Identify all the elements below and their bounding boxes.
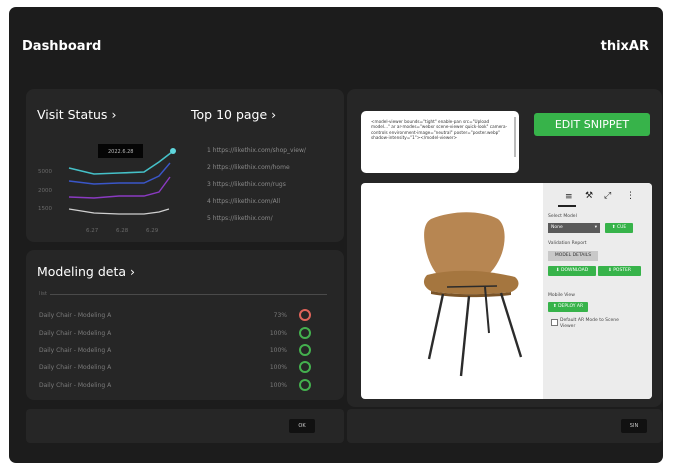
upload-icon: ⬆ [552, 304, 557, 309]
chart-tooltip-label: 2022.6.28 [108, 149, 133, 155]
layers-icon[interactable]: ≡ [565, 192, 573, 202]
modeling-heading[interactable]: Modeling deta › [37, 264, 135, 279]
chair-leg [459, 295, 471, 377]
model-details-button[interactable]: MODEL DETAILS [548, 251, 598, 261]
row-percent: 100% [269, 364, 287, 371]
footer-card-right: SIN [347, 409, 662, 443]
table-row[interactable]: Daily Chair - Modeling A 100% [39, 327, 313, 341]
model-viewer[interactable]: ≡ ⚒ ⤢ ⋮ Select Model None ▾ ⬆ CUE Valida… [361, 183, 652, 399]
complete-ring-icon [299, 327, 311, 339]
viewer-sidebar: ≡ ⚒ ⤢ ⋮ Select Model None ▾ ⬆ CUE Valida… [543, 183, 652, 399]
ok-button[interactable]: OK [289, 419, 315, 433]
row-name: Daily Chair - Modeling A [39, 330, 112, 337]
row-name: Daily Chair - Modeling A [39, 347, 112, 354]
complete-ring-icon [299, 344, 311, 356]
top-page-link[interactable]: 5 https://likethix.com/ [207, 215, 273, 222]
x-tick: 6.27 [86, 228, 99, 234]
series-line-purple [68, 176, 171, 199]
table-row[interactable]: Daily Chair - Modeling A 100% [39, 379, 313, 393]
active-tab-underline [558, 205, 576, 207]
brand-logo: thixAR [600, 39, 649, 54]
chair-leg [427, 293, 445, 360]
y-tick: 5000 [38, 169, 52, 175]
default-ar-checkbox[interactable] [551, 319, 558, 326]
top-page-link[interactable]: 2 https://likethix.com/home [207, 164, 290, 171]
visit-card: Visit Status › Top 10 page › 2022.6.28 5… [26, 89, 344, 242]
expand-icon[interactable]: ⤢ [604, 191, 611, 201]
modeling-card: Modeling deta › list Daily Chair - Model… [26, 250, 344, 400]
row-name: Daily Chair - Modeling A [39, 364, 112, 371]
download-button[interactable]: ⬇ DOWNLOAD [548, 266, 596, 276]
table-row[interactable]: Daily Chair - Modeling A 73% [39, 309, 313, 323]
model-select[interactable]: None ▾ [548, 223, 600, 233]
cue-label: CUE [616, 225, 627, 230]
default-ar-label: Default AR Mode to Scene Viewer [560, 318, 619, 329]
snippet-code: <model-viewer bounds="tight" enable-pan … [371, 119, 508, 141]
chair-seat [423, 270, 519, 295]
chevron-right-icon: › [271, 107, 277, 122]
edit-snippet-button[interactable]: EDIT SNIPPET [534, 113, 650, 136]
chevron-right-icon: › [130, 264, 136, 279]
x-tick: 6.28 [116, 228, 129, 234]
complete-ring-icon [299, 361, 311, 373]
top-page-link[interactable]: 1 https://likethix.com/shop_view/ [207, 147, 306, 154]
complete-ring-icon [299, 379, 311, 391]
series-line-white [68, 208, 170, 215]
table-row[interactable]: Daily Chair - Modeling A 100% [39, 344, 313, 358]
visit-status-heading[interactable]: Visit Status › [37, 107, 116, 122]
chair-backrest [424, 212, 505, 279]
chevron-down-icon: ▾ [594, 225, 597, 230]
select-value: None [551, 225, 563, 230]
top-pages-heading[interactable]: Top 10 page › [191, 107, 276, 122]
row-percent: 100% [269, 382, 287, 389]
visit-status-title: Visit Status [37, 107, 108, 122]
select-model-label: Select Model [548, 214, 577, 219]
download-label: DOWNLOAD [561, 268, 589, 273]
top-page-link[interactable]: 4 https://likethix.com/All [207, 198, 280, 205]
mobile-view-label: Mobile View [548, 293, 575, 298]
table-row[interactable]: Daily Chair - Modeling A 100% [39, 361, 313, 375]
validation-label: Validation Report [548, 241, 587, 246]
progress-ring-icon [299, 309, 311, 321]
list-header-label: list [39, 291, 48, 297]
wrench-icon[interactable]: ⚒ [585, 191, 593, 201]
chair-model[interactable] [361, 183, 543, 399]
app-frame: Dashboard thixAR Visit Status › Top 10 p… [9, 7, 663, 463]
page-title: Dashboard [22, 39, 102, 54]
more-icon[interactable]: ⋮ [626, 191, 635, 201]
visit-chart[interactable]: 2022.6.28 5000 2000 1500 6.27 6.28 6.29 [34, 137, 184, 237]
deploy-label: DEPLOY AR [558, 304, 584, 309]
x-tick: 6.29 [146, 228, 159, 234]
chair-leg [499, 292, 523, 358]
row-name: Daily Chair - Modeling A [39, 312, 112, 319]
y-tick: 2000 [38, 188, 52, 194]
row-name: Daily Chair - Modeling A [39, 382, 112, 389]
y-tick: 1500 [38, 206, 52, 212]
snippet-box[interactable]: <model-viewer bounds="tight" enable-pan … [361, 111, 519, 173]
download-icon: ⬇ [555, 268, 560, 273]
deploy-ar-button[interactable]: ⬆ DEPLOY AR [548, 302, 588, 312]
scrollbar[interactable] [514, 117, 516, 157]
row-percent: 100% [269, 330, 287, 337]
chart-highlight-point [170, 148, 176, 154]
top-page-link[interactable]: 3 https://likethix.com/rugs [207, 181, 286, 188]
sign-button[interactable]: SIN [621, 419, 647, 433]
cue-button[interactable]: ⬆ CUE [605, 223, 633, 233]
poster-button[interactable]: ⬇ POSTER [598, 266, 641, 276]
upload-icon: ⬆ [611, 225, 616, 230]
row-percent: 73% [273, 312, 287, 319]
divider [50, 294, 327, 295]
poster-label: POSTER [613, 268, 632, 273]
modeling-title: Modeling deta [37, 264, 127, 279]
chevron-right-icon: › [111, 107, 117, 122]
top-pages-title: Top 10 page [191, 107, 268, 122]
chair-leg-brace [446, 285, 498, 288]
download-icon: ⬇ [607, 268, 612, 273]
row-percent: 100% [269, 347, 287, 354]
footer-card-left: OK [26, 409, 344, 443]
